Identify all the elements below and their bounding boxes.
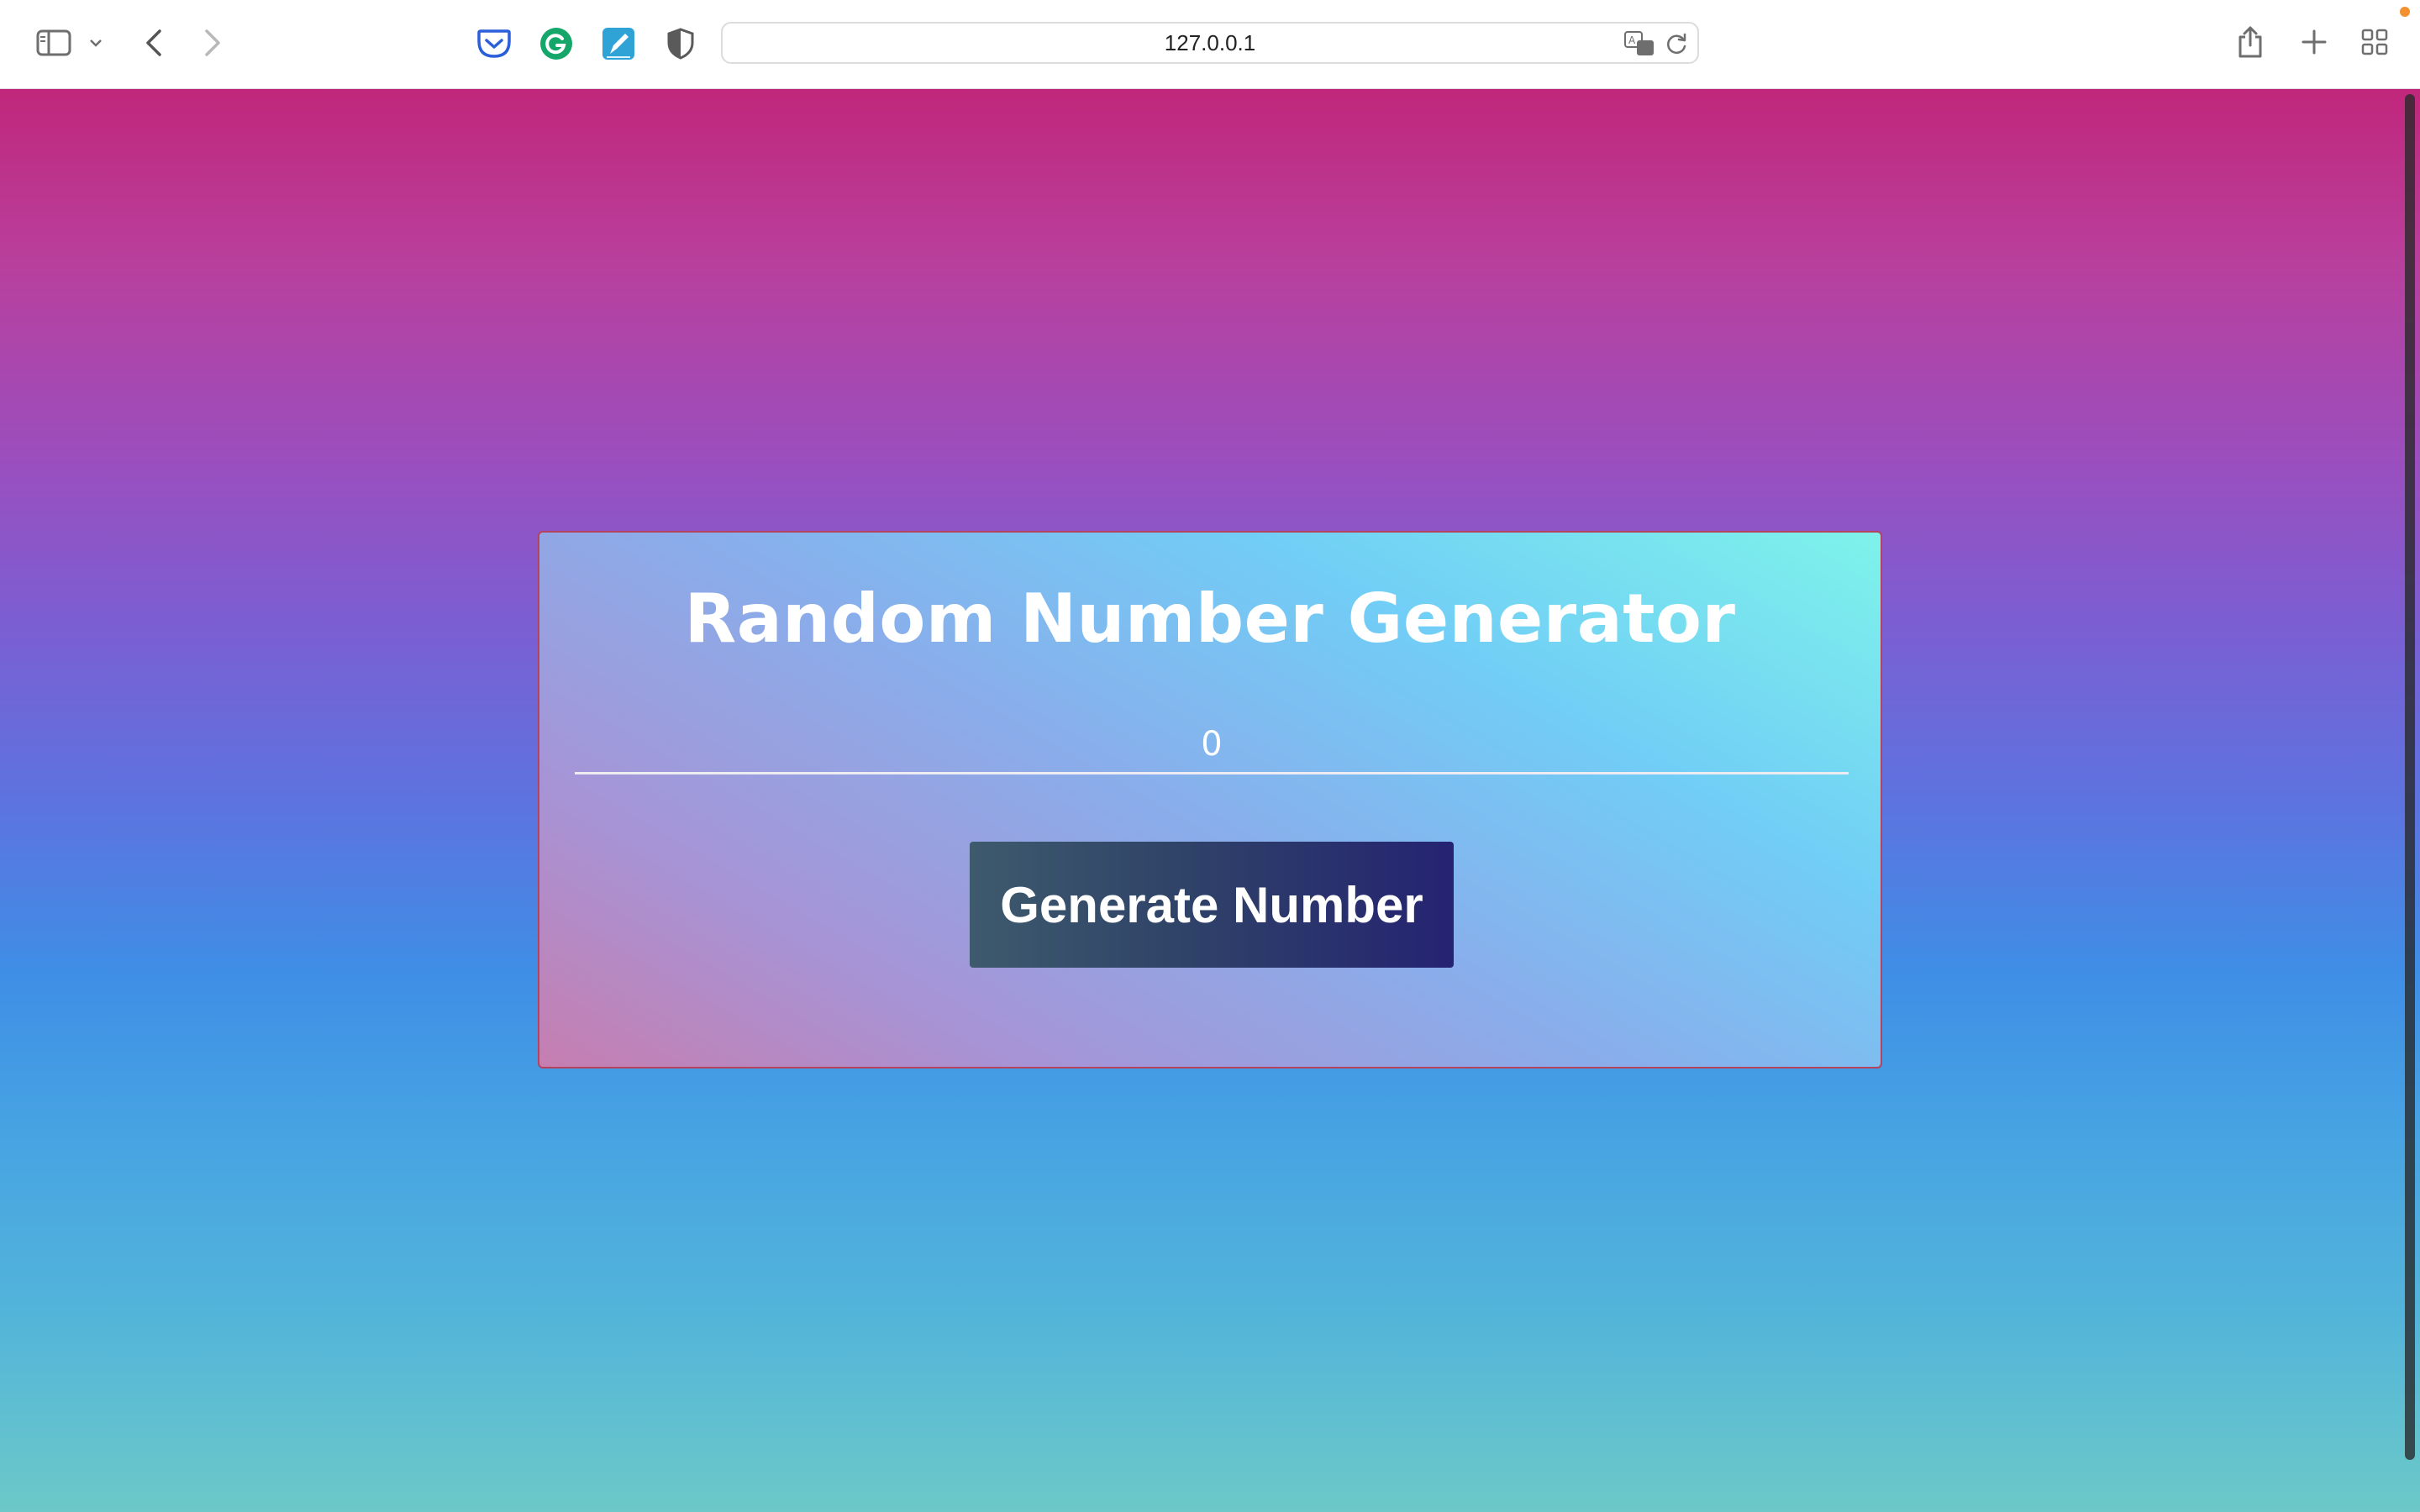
share-icon[interactable] <box>2235 22 2265 62</box>
sidebar-toggle-icon[interactable] <box>30 25 77 60</box>
random-number-field[interactable] <box>575 716 1849 774</box>
pocket-icon[interactable] <box>474 24 514 64</box>
page-title: Random Number Generator <box>684 580 1736 658</box>
forward-arrow-icon[interactable] <box>198 24 227 62</box>
scrollbar[interactable] <box>2405 94 2415 1460</box>
translate-icon[interactable]: A <box>1623 30 1657 59</box>
shield-icon[interactable] <box>660 24 701 64</box>
generator-card: Random Number Generator Generate Number <box>538 531 1882 1068</box>
notification-dot <box>2400 7 2410 17</box>
browser-toolbar: 127.0.0.1 A <box>0 0 2420 89</box>
generate-number-button[interactable]: Generate Number <box>970 842 1454 968</box>
grammarly-icon[interactable] <box>536 24 576 64</box>
address-bar[interactable]: 127.0.0.1 A <box>721 22 1699 64</box>
url-text: 127.0.0.1 <box>1164 29 1256 55</box>
back-arrow-icon[interactable] <box>139 24 168 62</box>
reload-icon[interactable] <box>1664 32 1689 57</box>
pen-icon[interactable] <box>598 24 639 64</box>
new-tab-icon[interactable] <box>2297 25 2331 59</box>
svg-text:A: A <box>1628 34 1636 46</box>
tab-overview-icon[interactable] <box>2360 27 2390 57</box>
chevron-down-icon[interactable] <box>86 30 106 55</box>
